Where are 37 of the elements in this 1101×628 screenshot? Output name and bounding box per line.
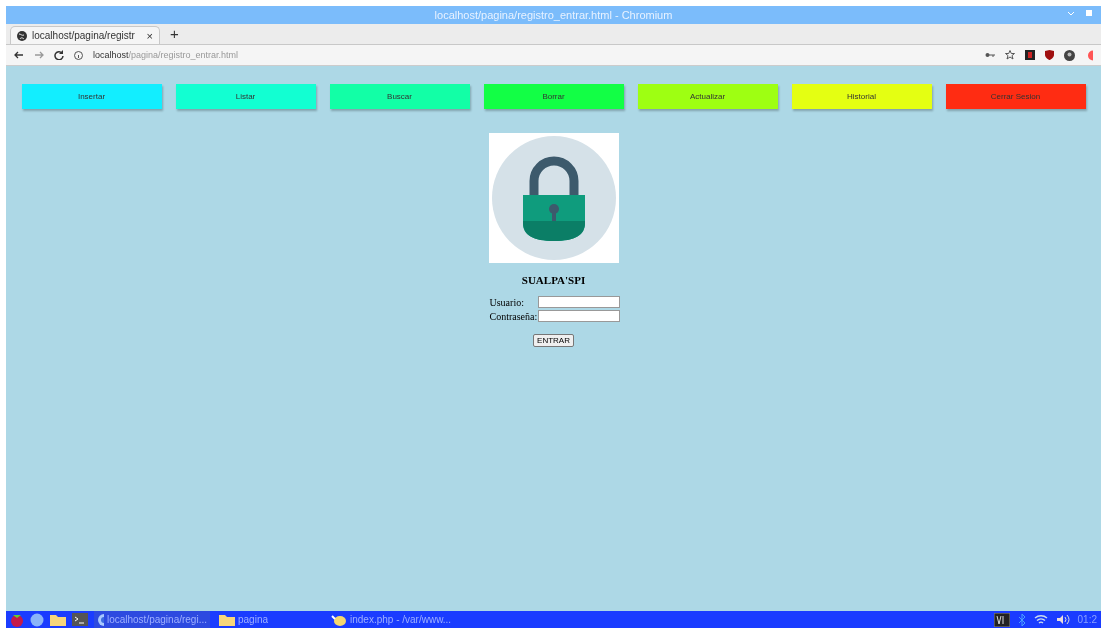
window-title: localhost/pagina/registro_entrar.html - Chromium bbox=[434, 9, 673, 21]
avatar-icon[interactable] bbox=[1064, 49, 1075, 61]
tab-title: localhost/pagina/registr bbox=[32, 30, 136, 41]
terminal-icon[interactable] bbox=[72, 613, 88, 626]
new-tab-button[interactable]: + bbox=[170, 25, 179, 42]
wifi-icon[interactable] bbox=[1033, 614, 1048, 625]
nav-button[interactable]: Borrar bbox=[483, 84, 624, 109]
info-icon bbox=[74, 50, 83, 60]
shield-icon[interactable] bbox=[1045, 50, 1054, 60]
folder-icon[interactable] bbox=[219, 613, 235, 626]
reload-icon[interactable] bbox=[54, 50, 64, 60]
input-field[interactable] bbox=[537, 310, 620, 322]
folder-icon[interactable] bbox=[50, 613, 66, 626]
browser-tab[interactable]: localhost/pagina/registr × bbox=[10, 26, 160, 44]
field-label: Contraseña: bbox=[489, 310, 536, 322]
close-tab-button[interactable]: × bbox=[146, 29, 153, 42]
raspberry-icon[interactable] bbox=[10, 612, 24, 627]
vnc-icon[interactable] bbox=[993, 612, 1010, 627]
extension-icon[interactable] bbox=[1025, 50, 1035, 60]
site-title: SUALPA'SPI bbox=[521, 274, 586, 286]
nav-button[interactable]: Historial bbox=[791, 84, 932, 109]
field-label: Usuario: bbox=[489, 296, 525, 308]
enter-button[interactable]: ENTRAR bbox=[533, 334, 574, 347]
nav-button[interactable]: Listar bbox=[175, 84, 316, 109]
forward-icon[interactable] bbox=[34, 50, 44, 60]
nav-button[interactable]: Buscar bbox=[329, 84, 470, 109]
teapot-icon[interactable] bbox=[331, 613, 347, 626]
clock: 01:2 bbox=[1077, 614, 1097, 625]
star-icon[interactable] bbox=[1005, 50, 1015, 60]
input-field[interactable] bbox=[537, 296, 620, 308]
back-icon[interactable] bbox=[14, 50, 24, 60]
volume-icon[interactable] bbox=[1055, 614, 1070, 625]
extension-icon[interactable] bbox=[1085, 49, 1093, 61]
bluetooth-icon[interactable] bbox=[1017, 613, 1026, 626]
nav-button[interactable]: Insertar bbox=[21, 84, 162, 109]
key-icon[interactable] bbox=[985, 51, 995, 59]
nav-button[interactable]: Actualizar bbox=[637, 84, 778, 109]
